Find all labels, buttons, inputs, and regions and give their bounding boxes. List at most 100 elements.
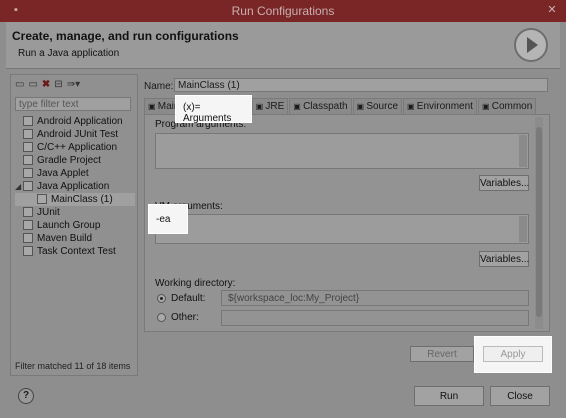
tree-item[interactable]: MainClass (1): [15, 193, 135, 206]
new-configuration-icon[interactable]: ▭: [15, 79, 24, 93]
left-toolbar: ▭ ▭ ✖ ⊟ ⇛▾: [15, 79, 80, 93]
app-icon: ▪: [14, 4, 18, 16]
tab-label: Classpath: [303, 101, 348, 112]
tree-item[interactable]: JUnit: [15, 206, 135, 219]
tree-item-label: MainClass (1): [51, 194, 113, 205]
other-dir-field[interactable]: [221, 310, 529, 326]
tree-item-label: Android JUnit Test: [37, 129, 118, 140]
tree-item-label: Maven Build: [37, 233, 93, 244]
tree-item[interactable]: Maven Build: [15, 232, 135, 245]
apply-button[interactable]: Apply: [483, 346, 543, 362]
delete-icon[interactable]: ✖: [42, 79, 50, 93]
junit-icon: [23, 129, 33, 139]
tab-label: Source: [366, 101, 399, 112]
program-variables-button[interactable]: Variables...: [479, 175, 529, 191]
panel-scrollbar[interactable]: [535, 117, 543, 329]
tab-label: Common: [491, 101, 533, 112]
tree-item[interactable]: Gradle Project: [15, 154, 135, 167]
configuration-tree: Android Application Android JUnit Test C/C…: [15, 115, 135, 258]
vm-args-textarea[interactable]: [155, 214, 529, 244]
junit-icon: [23, 246, 33, 256]
arguments-tab-highlight-label: (x)= Arguments: [183, 102, 232, 124]
header-subtitle: Run a Java application: [18, 48, 120, 59]
name-label: Name:: [144, 81, 174, 92]
android-icon: [23, 116, 33, 126]
java-class-icon: [37, 194, 47, 204]
tab-common[interactable]: ▣ Common: [477, 98, 537, 114]
run-configurations-dialog: Run Configurations ▪ ✕ Create, manage, a…: [0, 0, 566, 418]
run-banner-icon: [514, 28, 548, 62]
default-dir-field: ${workspace_loc:My_Project}: [221, 290, 529, 306]
duplicate-icon[interactable]: ▭: [28, 79, 37, 93]
tree-item-label: C/C++ Application: [37, 142, 118, 153]
common-icon: ▣: [481, 102, 492, 111]
junit-icon: [23, 207, 33, 217]
window-title: Run Configurations: [231, 4, 335, 18]
tree-item[interactable]: Task Context Test: [15, 245, 135, 258]
close-button[interactable]: Close: [490, 386, 550, 406]
collapse-all-icon[interactable]: ⊟: [54, 79, 62, 93]
header-divider: [6, 68, 560, 69]
launch-icon: [23, 220, 33, 230]
tree-item-label: Android Application: [37, 116, 123, 127]
tree-item[interactable]: Android Application: [15, 115, 135, 128]
tree-item[interactable]: Launch Group: [15, 219, 135, 232]
arguments-panel: Program arguments: Variables... VM argum…: [144, 114, 550, 332]
tree-item-label: Java Application: [37, 181, 110, 192]
arguments-tab-highlight[interactable]: (x)= Arguments: [175, 95, 252, 124]
tab-environment[interactable]: ▣ Environment: [403, 98, 477, 114]
java-icon: [23, 181, 33, 191]
vm-args-highlight[interactable]: -ea: [148, 204, 188, 234]
panel-scroll-thumb[interactable]: [536, 127, 542, 317]
program-args-scrollbar[interactable]: [519, 135, 527, 167]
env-icon: ▣: [407, 102, 417, 111]
working-dir-label: Working directory:: [155, 278, 236, 289]
run-button[interactable]: Run: [414, 386, 484, 406]
vm-variables-button[interactable]: Variables...: [479, 251, 529, 267]
revert-button[interactable]: Revert: [410, 346, 474, 362]
program-args-textarea[interactable]: [155, 133, 529, 169]
tree-item-label: Launch Group: [37, 220, 101, 231]
default-radio[interactable]: [157, 294, 166, 303]
tree-item-label: Java Applet: [37, 168, 89, 179]
applet-icon: [23, 168, 33, 178]
tab-label: Environment: [416, 101, 473, 112]
header-title: Create, manage, and run configurations: [12, 29, 239, 43]
tree-item[interactable]: Android JUnit Test: [15, 128, 135, 141]
name-field[interactable]: MainClass (1): [174, 78, 548, 92]
maven-icon: [23, 233, 33, 243]
dialog-header: Create, manage, and run configurations R…: [6, 22, 560, 68]
vm-args-scrollbar[interactable]: [519, 216, 527, 242]
vm-args-value: -ea: [156, 214, 171, 225]
classpath-icon: ▣: [293, 102, 304, 111]
other-label: Other:: [171, 312, 199, 323]
jre-icon: ▣: [255, 102, 266, 111]
filter-input[interactable]: type filter text: [15, 97, 131, 111]
tree-item[interactable]: Java Applet: [15, 167, 135, 180]
default-label: Default:: [171, 293, 206, 304]
c-icon: [23, 142, 33, 152]
tree-item-label: Task Context Test: [37, 246, 116, 257]
close-window-icon[interactable]: ✕: [544, 3, 560, 17]
tab-jre[interactable]: ▣ JRE: [251, 98, 289, 114]
source-icon: ▣: [356, 102, 367, 111]
gradle-icon: [23, 155, 33, 165]
title-bar: Run Configurations ▪ ✕: [0, 0, 566, 22]
tab-label: JRE: [265, 101, 285, 112]
tree-item[interactable]: C/C++ Application: [15, 141, 135, 154]
main-icon: ▣: [148, 102, 158, 111]
tree-item[interactable]: ◢ Java Application: [15, 180, 135, 193]
expand-icon[interactable]: ◢: [15, 180, 23, 193]
tab-source[interactable]: ▣ Source: [352, 98, 403, 114]
filter-icon[interactable]: ⇛▾: [67, 79, 80, 93]
filter-status: Filter matched 11 of 18 items: [15, 361, 131, 371]
configuration-list-pane: ▭ ▭ ✖ ⊟ ⇛▾ type filter text Android Appl…: [10, 74, 138, 376]
default-dir-value: ${workspace_loc:My_Project}: [228, 293, 360, 304]
other-radio[interactable]: [157, 313, 166, 322]
help-icon[interactable]: ?: [18, 388, 34, 404]
tree-item-label: Gradle Project: [37, 155, 101, 166]
tab-classpath[interactable]: ▣ Classpath: [289, 98, 352, 114]
tree-item-label: JUnit: [37, 207, 60, 218]
dialog-footer: ? Run Close: [0, 382, 566, 418]
apply-highlight: Apply: [474, 336, 552, 373]
